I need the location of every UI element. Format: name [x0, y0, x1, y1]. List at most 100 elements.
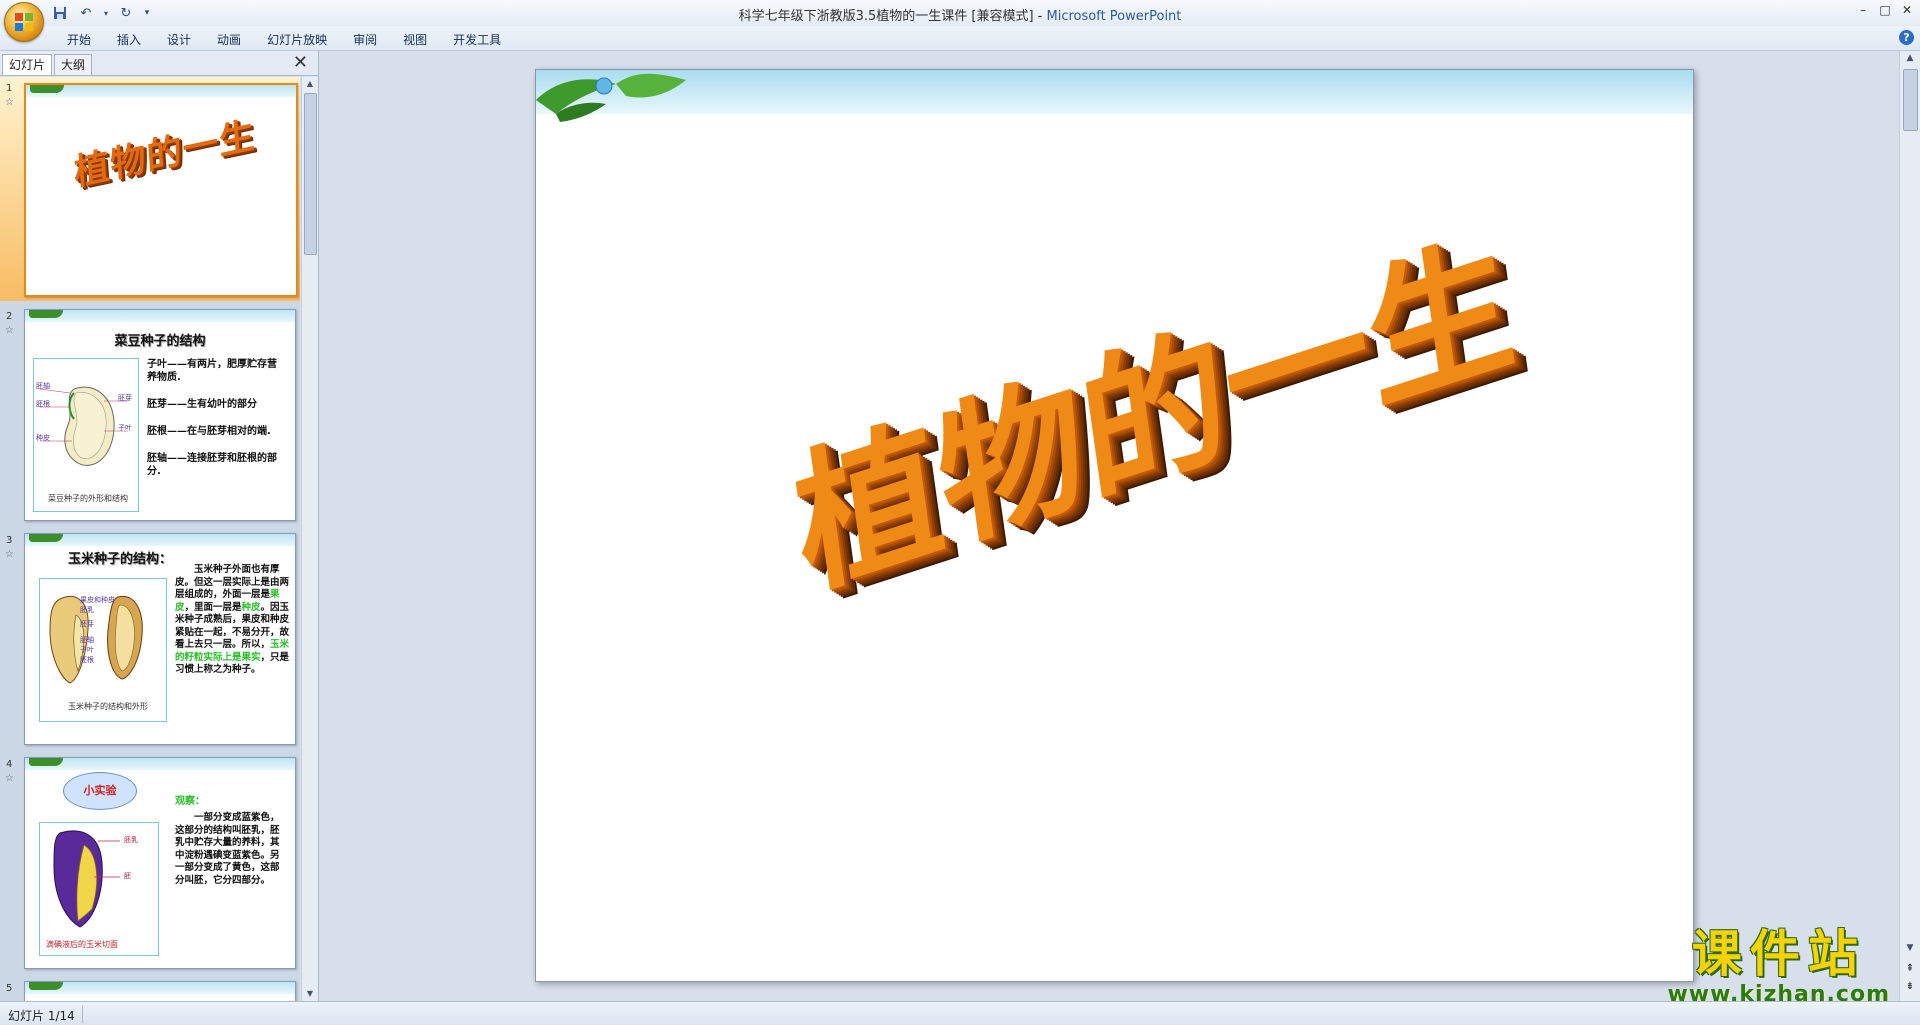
window-title: 科学七年级下浙教版3.5植物的一生课件 [兼容模式] - Microsoft P…: [0, 5, 1920, 24]
label-pericarp-seedcoat: 果皮和种皮: [80, 596, 115, 604]
label-hypocotyl: 胚轴: [80, 636, 94, 644]
thumb-banner: [25, 758, 295, 770]
iodine-corn-diagram: 胚乳 胚 滴碘液后的玉米切面: [39, 822, 159, 956]
scroll-thumb[interactable]: [1903, 69, 1918, 131]
office-logo-icon: [15, 13, 33, 31]
transition-star-icon: ☆: [5, 773, 14, 784]
tab-home[interactable]: 开始: [54, 29, 104, 51]
tab-animations[interactable]: 动画: [204, 29, 254, 51]
scroll-thumb[interactable]: [304, 93, 317, 255]
thumbnail-slide-3[interactable]: 3 ☆ 玉米种子的结构： 果皮和种皮 胚乳 胚芽 胚轴 子叶 胚根 玉米种子的结…: [0, 529, 300, 751]
tab-developer[interactable]: 开发工具: [440, 29, 514, 51]
slide-thumb-1[interactable]: 植物的一生: [24, 83, 298, 297]
thumbnail-slide-5[interactable]: 5: [0, 977, 300, 1001]
badge-text: 小实验: [83, 784, 117, 797]
diagram-caption: 菜豆种子的外形和结构: [48, 494, 128, 503]
tab-review[interactable]: 审阅: [340, 29, 390, 51]
transition-star-icon: ☆: [5, 325, 14, 336]
body-line: 胚根——在与胚芽相对的端.: [147, 426, 271, 437]
minimize-button[interactable]: –: [1854, 2, 1872, 18]
title-separator: -: [1033, 9, 1047, 24]
tab-outline[interactable]: 大纲: [54, 54, 93, 75]
label-embryo: 胚: [124, 872, 131, 880]
slide-number: 3: [6, 535, 13, 546]
slide-title-wordart[interactable]: 植物的一生: [781, 178, 1525, 628]
body-line: 胚芽——生有幼叶的部分: [147, 399, 257, 410]
thumb-banner: [25, 534, 295, 546]
thumb-banner: [25, 310, 295, 322]
previous-slide-icon[interactable]: ⇞: [1900, 961, 1920, 977]
title-wordart-container[interactable]: 植物的一生: [776, 190, 1523, 620]
label-hypocotyl: 胚轴: [36, 382, 50, 390]
experiment-badge: 小实验: [63, 772, 137, 810]
thumbnail-slide-4[interactable]: 4 ☆ 小实验 观察： 一部分变成蓝紫色， 这部分的结构叫胚乳，胚乳中贮存大量的…: [0, 753, 300, 975]
tab-design[interactable]: 设计: [154, 29, 204, 51]
transition-star-icon: ☆: [5, 549, 14, 560]
slide-thumb-3[interactable]: 玉米种子的结构： 果皮和种皮 胚乳 胚芽 胚轴 子叶 胚根 玉米种子的结构和外形…: [24, 533, 296, 745]
slide-thumb-5[interactable]: [24, 981, 296, 1001]
label-radicle: 胚根: [80, 656, 94, 664]
scroll-down-icon[interactable]: ▼: [302, 987, 318, 1001]
corn-seed-diagram: 果皮和种皮 胚乳 胚芽 胚轴 子叶 胚根 玉米种子的结构和外形: [39, 578, 167, 722]
thumbnail-list: 1 ☆ 植物的一生 2 ☆ 菜豆种子的结构 胚轴 胚根 种皮 胚芽 子叶 菜豆种…: [0, 77, 300, 1001]
close-button[interactable]: ✕: [1898, 2, 1916, 18]
label-seed-coat: 种皮: [36, 434, 50, 442]
slide-thumb-4[interactable]: 小实验 观察： 一部分变成蓝紫色， 这部分的结构叫胚乳，胚乳中贮存大量的养料，其…: [24, 757, 296, 969]
document-title: 科学七年级下浙教版3.5植物的一生课件 [兼容模式]: [738, 9, 1034, 24]
ribbon-tab-bar: 开始 插入 设计 动画 幻灯片放映 审阅 视图 开发工具 ?: [0, 26, 1920, 51]
thumbnail-scrollbar[interactable]: ▲ ▼: [301, 77, 318, 1001]
slide-number: 2: [6, 311, 13, 322]
office-button[interactable]: [4, 2, 44, 42]
status-bar: 幻灯片 1/14: [0, 1001, 1920, 1025]
title-bar: ↶ ▾ ↻ ▾ 科学七年级下浙教版3.5植物的一生课件 [兼容模式] - Mic…: [0, 0, 1920, 42]
label-endosperm: 胚乳: [80, 606, 94, 614]
tab-slides[interactable]: 幻灯片: [2, 54, 53, 75]
thumbnail-slide-2[interactable]: 2 ☆ 菜豆种子的结构 胚轴 胚根 种皮 胚芽 子叶 菜豆种子的外形和结构 子叶…: [0, 305, 300, 527]
powerpoint-window: ↶ ▾ ↻ ▾ 科学七年级下浙教版3.5植物的一生课件 [兼容模式] - Mic…: [0, 0, 1920, 1025]
leaves-decoration: [536, 73, 686, 122]
label-plumule: 胚芽: [80, 620, 94, 628]
next-slide-icon[interactable]: ⇟: [1900, 979, 1920, 995]
label-radicle: 胚根: [36, 400, 50, 408]
thumbnail-slide-1[interactable]: 1 ☆ 植物的一生: [0, 77, 300, 301]
body-line: 子叶——有两片，肥厚贮存营养物质.: [147, 359, 277, 383]
current-slide[interactable]: 植物的一生: [535, 69, 1694, 982]
label-plumule: 胚芽: [118, 394, 132, 402]
tab-view[interactable]: 视图: [390, 29, 440, 51]
maximize-button[interactable]: □: [1876, 2, 1894, 18]
thumb-body: 玉米种子外面也有厚皮。但这一层实际上是由两层组成的，外面一层是果皮，里面一层是种…: [175, 564, 291, 677]
label-cotyledon: 子叶: [80, 646, 94, 654]
thumb-body: 一部分变成蓝紫色， 这部分的结构叫胚乳，胚乳中贮存大量的养料，其中淀粉遇碘变蓝紫…: [175, 812, 280, 886]
thumb-banner: [25, 982, 295, 994]
slide-thumb-2[interactable]: 菜豆种子的结构 胚轴 胚根 种皮 胚芽 子叶 菜豆种子的外形和结构 子叶——有两…: [24, 309, 296, 521]
slide-number: 4: [6, 759, 13, 770]
thumb-title: 植物的一生: [72, 113, 257, 195]
diagram-caption: 滴碘液后的玉米切面: [46, 940, 118, 949]
observe-label: 观察：: [175, 796, 205, 807]
app-name: Microsoft PowerPoint: [1046, 9, 1182, 24]
editor-scrollbar[interactable]: ▲ ▼ ⇞ ⇟: [1899, 51, 1920, 1001]
pane-close-icon[interactable]: ✕: [293, 52, 308, 73]
scroll-up-icon[interactable]: ▲: [302, 77, 318, 91]
bean-seed-diagram: 胚轴 胚根 种皮 胚芽 子叶 菜豆种子的外形和结构: [33, 358, 139, 512]
thumb-body: 子叶——有两片，肥厚贮存营养物质. 胚芽——生有幼叶的部分 胚根——在与胚芽相对…: [147, 358, 285, 492]
watermark-text: 课件站: [1691, 924, 1866, 983]
body-text-green: 种皮: [241, 601, 261, 613]
scroll-up-icon[interactable]: ▲: [1900, 51, 1920, 65]
site-watermark: 课件站 www.kjzhan.com: [1667, 924, 1890, 1008]
tab-insert[interactable]: 插入: [104, 29, 154, 51]
iodine-corn-illustration: [53, 830, 120, 928]
diagram-caption: 玉米种子的结构和外形: [68, 702, 148, 711]
thumb-heading: 菜豆种子的结构: [114, 334, 206, 349]
slide-banner: [536, 70, 1693, 114]
ribbon-tabs: 开始 插入 设计 动画 幻灯片放映 审阅 视图 开发工具: [54, 29, 514, 51]
body-line: 胚轴——连接胚芽和胚根的部分.: [147, 453, 277, 477]
slide-number: 5: [6, 983, 13, 994]
thumb-banner: [26, 85, 296, 97]
slides-pane: 幻灯片 大纲 ✕ 1 ☆ 植物的一生 2 ☆ 菜豆种子的结构 胚轴 胚根 种皮 …: [0, 51, 319, 1001]
scroll-down-icon[interactable]: ▼: [1900, 941, 1920, 955]
tab-slideshow[interactable]: 幻灯片放映: [254, 29, 340, 51]
help-icon[interactable]: ?: [1899, 30, 1914, 45]
body-text: ，里面一层是: [184, 601, 242, 613]
slide-number: 1: [6, 83, 13, 94]
